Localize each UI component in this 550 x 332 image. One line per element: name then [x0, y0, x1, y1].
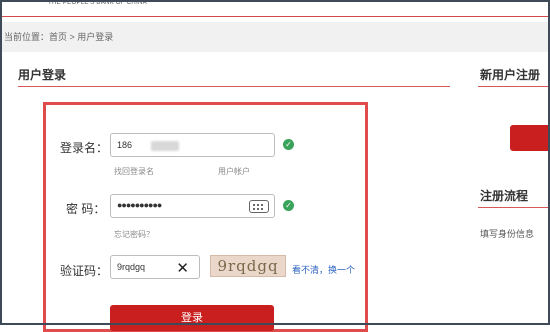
captcha-image[interactable]: 9rqdgq [210, 255, 286, 277]
header-divider [0, 16, 550, 17]
close-icon[interactable]: ✕ [176, 259, 189, 277]
password-value: ●●●●●●●●●● [117, 200, 162, 210]
register-button[interactable] [510, 125, 550, 151]
find-username-link[interactable]: 找回登录名 [114, 166, 154, 177]
username-value: 186 [117, 140, 133, 150]
refresh-captcha-link[interactable]: 看不清，换一个 [292, 263, 355, 276]
check-circle-icon: ✓ [283, 200, 294, 211]
login-section-title: 用户登录 [18, 68, 67, 82]
flow-title-underline [478, 207, 550, 208]
captcha-label: 验证码： [60, 264, 109, 278]
flow-step-text: 填写身份信息 [480, 229, 535, 239]
bank-name-en: THE PEOPLE'S BANK OF CHINA [48, 0, 147, 6]
captcha-input[interactable]: 9rqdgq ✕ [110, 255, 200, 279]
register-section-title: 新用户注册 [480, 68, 541, 82]
username-label: 登录名： [60, 141, 109, 155]
breadcrumb-bar: 当前位置：首页 > 用户登录 [0, 22, 550, 52]
username-input[interactable]: 186 [110, 133, 275, 157]
keyboard-icon[interactable] [249, 200, 269, 213]
flow-section-title: 注册流程 [480, 189, 529, 203]
password-input[interactable]: ●●●●●●●●●● [110, 194, 275, 218]
forgot-password-link[interactable]: 忘记密码？ [114, 229, 154, 240]
password-label: 密 码： [66, 202, 106, 216]
login-button[interactable]: 登录 [110, 305, 274, 331]
user-account-hint: 用户帐户 [218, 167, 250, 176]
masked-digits [151, 141, 179, 151]
login-title-underline [18, 86, 450, 87]
site-header: THE PEOPLE'S BANK OF CHINA [0, 0, 550, 20]
register-title-underline [478, 86, 550, 87]
breadcrumb: 当前位置：首页 > 用户登录 [4, 32, 114, 42]
captcha-value: 9rqdgq [117, 262, 146, 272]
check-circle-icon: ✓ [283, 139, 294, 150]
